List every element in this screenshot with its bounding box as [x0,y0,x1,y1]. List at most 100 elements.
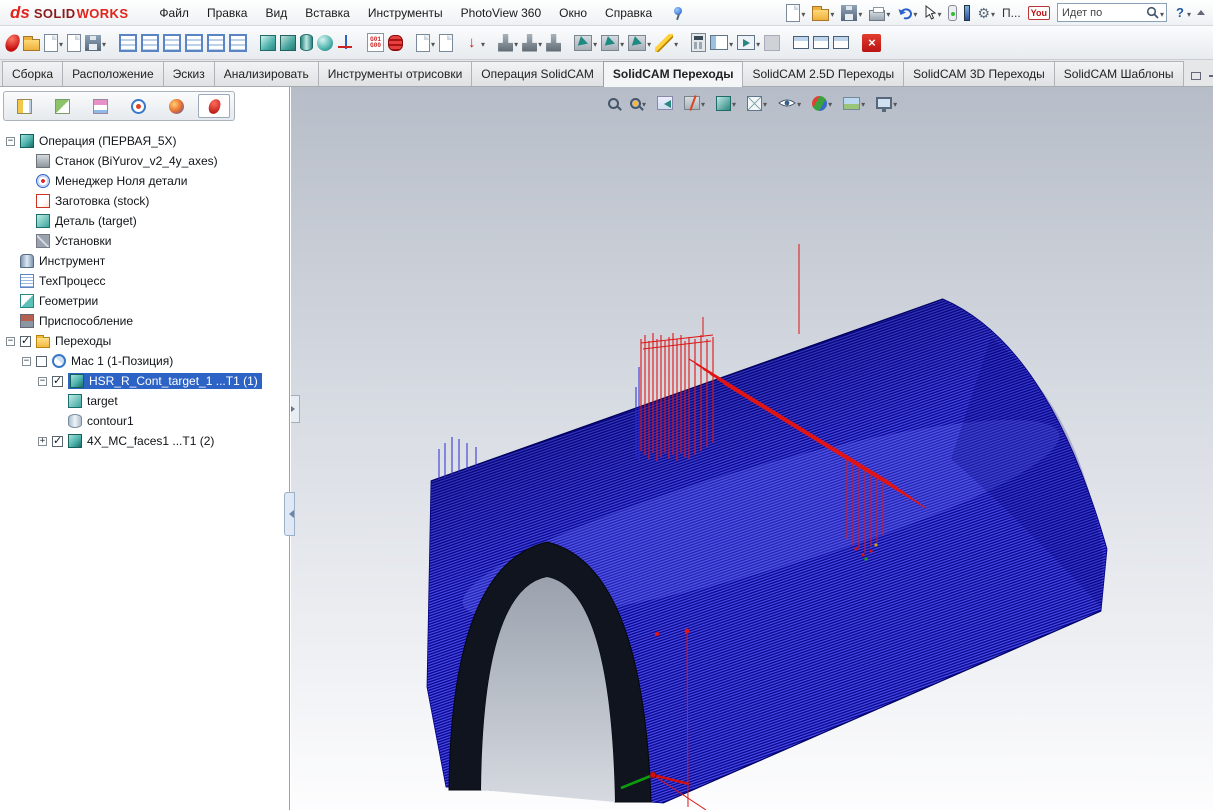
restore-commandmanager-icon[interactable] [1190,72,1201,80]
solidcam-part-button[interactable] [3,29,22,57]
tree-item-geometries[interactable]: Геометрии [0,291,289,311]
tab-layout[interactable]: Расположение [62,61,164,86]
dropdown-caret-icon[interactable] [827,96,832,110]
dropdown-caret-icon[interactable] [673,36,678,50]
collapse-menubar-icon[interactable] [1197,6,1205,15]
cam-tree-button-4[interactable] [183,29,205,57]
tab-solidcam-25d[interactable]: SolidCAM 2.5D Переходы [742,61,905,86]
save-button[interactable] [838,2,865,24]
simulation-button[interactable] [735,29,762,57]
tree-item-machine[interactable]: Станок (BiYurov_v2_4y_axes) [0,151,289,171]
tree-item-stock[interactable]: Заготовка (stock) [0,191,289,211]
mill-tool-button-1[interactable] [496,29,520,57]
machining-button-1[interactable] [572,29,599,57]
dropdown-caret-icon[interactable] [731,96,736,110]
search-scope-caret-icon[interactable] [1159,6,1164,20]
dropdown-caret-icon[interactable] [1186,6,1191,20]
sphere-button[interactable] [315,29,335,57]
window-button-2[interactable] [811,29,831,57]
dropdown-caret-icon[interactable] [762,96,767,110]
undo-button[interactable] [894,2,920,24]
tab-evaluate[interactable]: Анализировать [213,61,319,86]
menu-insert[interactable]: Вставка [296,1,359,25]
search-input[interactable] [1060,5,1147,20]
section-view-button[interactable] [682,92,707,114]
graphics-area[interactable] [291,87,1213,810]
dropdown-caret-icon[interactable] [936,6,941,20]
display-style-button[interactable] [745,92,769,114]
menu-tools[interactable]: Инструменты [359,1,452,25]
tree-item-settings[interactable]: Установки [0,231,289,251]
rebuild-button[interactable] [945,2,960,24]
collapse-icon[interactable] [6,136,15,146]
dropdown-caret-icon[interactable] [796,96,801,110]
coordinate-system-button[interactable] [335,29,356,57]
dropdown-caret-icon[interactable] [513,36,518,50]
panel-splitter-handle[interactable] [284,492,295,536]
checkbox[interactable] [36,355,47,367]
tab-solidcam-3d[interactable]: SolidCAM 3D Переходы [903,61,1055,86]
stock-button[interactable] [258,29,278,57]
dropdown-caret-icon[interactable] [857,6,862,20]
print-button[interactable] [866,2,893,24]
zoom-area-button[interactable] [628,92,648,114]
new-cam-part-button[interactable] [42,29,65,57]
expand-icon[interactable] [38,436,47,446]
panels-button[interactable] [708,29,735,57]
dropdown-caret-icon[interactable] [892,96,897,110]
help-button[interactable]: ? [1171,2,1194,24]
dropdown-caret-icon[interactable] [912,6,917,20]
view-orientation-button[interactable] [714,92,738,114]
goto-operation-button[interactable] [464,29,487,57]
tree-item-transitions[interactable]: Переходы [0,331,289,351]
window-button-3[interactable] [831,29,851,57]
collapse-icon[interactable] [22,356,31,366]
cylinder-button[interactable] [298,29,315,57]
new-document-button[interactable] [783,2,808,24]
tree-item-mac1[interactable]: Мас 1 (1-Позиция) [0,351,289,371]
menu-file[interactable]: Файл [150,1,198,25]
configuration-manager-tab[interactable] [84,94,116,118]
tab-assembly[interactable]: Сборка [2,61,64,86]
dropdown-caret-icon[interactable] [860,96,865,110]
target-button[interactable] [278,29,298,57]
options-button[interactable]: ⚙ [974,2,998,24]
cam-doc-red-button-1[interactable] [414,29,437,57]
tab-solidcam-transitions[interactable]: SolidCAM Переходы [602,61,744,87]
tutorials-button[interactable]: You [1025,2,1053,24]
close-toolbar-button[interactable] [860,29,883,57]
menu-window[interactable]: Окно [550,1,596,25]
open-cam-part-button[interactable] [21,29,42,57]
tree-item-target[interactable]: Деталь (target) [0,211,289,231]
edit-appearance-button[interactable] [810,92,834,114]
display-manager-tab[interactable] [160,94,192,118]
tree-item-fixture[interactable]: Приспособление [0,311,289,331]
save-cam-part-button[interactable] [83,29,108,57]
cam-document-button[interactable] [65,29,83,57]
dropdown-caret-icon[interactable] [101,36,106,50]
select-button[interactable] [921,2,944,24]
checkbox[interactable] [52,434,63,447]
dimxpert-manager-tab[interactable] [122,94,154,118]
mill-tool-button-2[interactable] [520,29,544,57]
menu-photoview[interactable]: PhotoView 360 [452,1,551,25]
dropdown-caret-icon[interactable] [755,36,760,50]
feature-manager-tab[interactable] [8,94,40,118]
collapse-icon[interactable] [38,376,47,386]
cam-doc-red-button-2[interactable] [437,29,455,57]
checkbox[interactable] [20,334,31,347]
view-settings-button[interactable] [874,92,899,114]
menu-help[interactable]: Справка [596,1,661,25]
solidcam-manager-tab[interactable] [198,94,230,118]
tree-item-hsr-target[interactable]: target [0,391,289,411]
tree-item-4x-operation[interactable]: 4X_MC_faces1 ...T1 (2) [0,431,289,451]
edit-operation-button[interactable] [653,29,680,57]
options-truncated-item[interactable]: П... [999,2,1024,24]
tab-solidcam-templates[interactable]: SolidCAM Шаблоны [1053,61,1184,86]
gcode-editor-button[interactable]: G01 G00 [365,29,386,57]
open-button[interactable] [809,2,837,24]
menu-edit[interactable]: Правка [198,1,257,25]
dropdown-caret-icon[interactable] [537,36,542,50]
panel-flyout-arrow[interactable] [291,395,300,423]
cam-tree-button-5[interactable] [205,29,227,57]
